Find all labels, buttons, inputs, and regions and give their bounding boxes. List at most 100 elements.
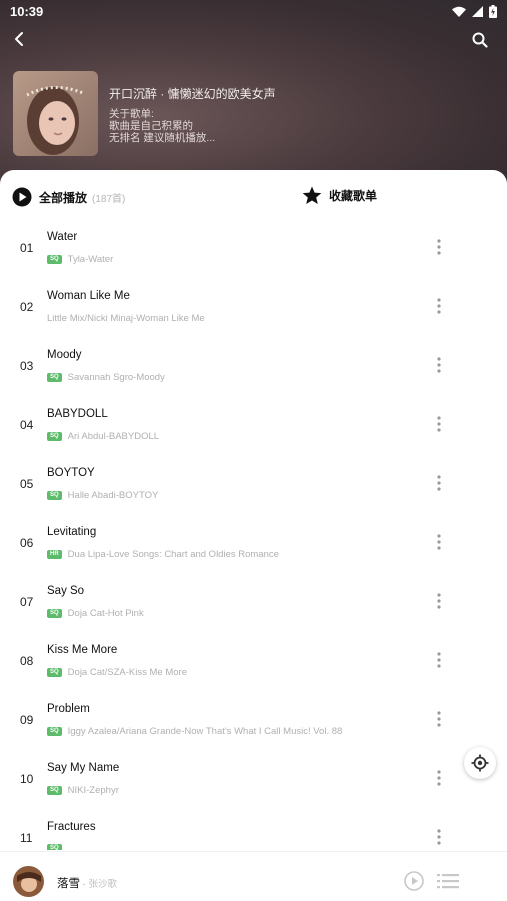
more-vertical-icon xyxy=(437,416,441,432)
more-button[interactable] xyxy=(432,650,446,670)
song-row[interactable]: 04 BABYDOLL SQ Ari Abdul-BABYDOLL xyxy=(0,395,507,454)
more-vertical-icon xyxy=(437,298,441,314)
song-list-panel: 全部播放 (187首) 收藏歌单 01 Water SQ Tyla-Water … xyxy=(0,170,507,901)
song-title: Kiss Me More xyxy=(47,644,118,656)
playlist-header: 10:39 开口沉醉 · 慵懒迷幻的欧美女声 关于歌单: 歌曲是自己积累的 无排… xyxy=(0,0,507,195)
song-title: Woman Like Me xyxy=(47,290,130,302)
battery-icon xyxy=(489,4,497,18)
song-subtitle: SQ Doja Cat/SZA-Kiss Me More xyxy=(47,667,187,678)
song-number: 10 xyxy=(20,772,34,786)
song-number: 08 xyxy=(20,654,34,668)
quality-badge: SQ xyxy=(47,786,62,795)
song-number: 06 xyxy=(20,536,34,550)
more-button[interactable] xyxy=(432,237,446,257)
more-vertical-icon xyxy=(437,829,441,845)
play-circle-icon xyxy=(12,187,32,207)
more-button[interactable] xyxy=(432,827,446,847)
song-number: 05 xyxy=(20,477,34,491)
more-vertical-icon xyxy=(437,652,441,668)
song-number: 03 xyxy=(20,359,34,373)
favorite-label: 收藏歌单 xyxy=(329,189,378,203)
more-vertical-icon xyxy=(437,534,441,550)
song-subtitle: HR Dua Lipa-Love Songs: Chart and Oldies… xyxy=(47,549,279,560)
song-row[interactable]: 03 Moody SQ Savannah Sgro-Moody xyxy=(0,336,507,395)
more-vertical-icon xyxy=(437,357,441,373)
song-row[interactable]: 05 BOYTOY SQ Halle Abadi-BOYTOY xyxy=(0,454,507,513)
search-button[interactable] xyxy=(469,29,491,51)
song-row[interactable]: 09 Problem SQ Iggy Azalea/Ariana Grande-… xyxy=(0,690,507,749)
song-artist: Halle Abadi-BOYTOY xyxy=(67,490,159,501)
quality-badge: SQ xyxy=(47,727,62,736)
play-all-button[interactable]: 全部播放 (187首) xyxy=(12,187,125,207)
status-time: 10:39 xyxy=(10,3,44,19)
more-button[interactable] xyxy=(432,296,446,316)
song-row[interactable]: 08 Kiss Me More SQ Doja Cat/SZA-Kiss Me … xyxy=(0,631,507,690)
song-number: 11 xyxy=(20,831,33,845)
playlist-desc-line1: 歌曲是自己积累的 xyxy=(109,120,193,132)
player-play-button[interactable] xyxy=(404,871,424,891)
song-count: (187首) xyxy=(92,193,126,205)
more-vertical-icon xyxy=(437,239,441,255)
song-subtitle: Little Mix/Nicki Minaj-Woman Like Me xyxy=(47,313,205,324)
song-title: Moody xyxy=(47,349,82,361)
song-subtitle: SQ Ari Abdul-BABYDOLL xyxy=(47,431,159,442)
locate-icon xyxy=(471,754,489,772)
cover-image xyxy=(13,71,98,156)
playlist-desc-label: 关于歌单: xyxy=(109,108,154,120)
song-artist: Savannah Sgro-Moody xyxy=(67,372,165,383)
song-artist: Iggy Azalea/Ariana Grande-Now That's Wha… xyxy=(67,726,343,737)
playlist-description[interactable]: 关于歌单: 歌曲是自己积累的 无排名 建议随机播放... xyxy=(109,108,215,144)
player-playlist-button[interactable] xyxy=(437,872,459,890)
playlist-desc-line2: 无排名 建议随机播放... xyxy=(109,132,216,144)
song-artist: Tyla-Water xyxy=(67,254,114,265)
favorite-playlist-button[interactable]: 收藏歌单 xyxy=(302,186,377,205)
more-button[interactable] xyxy=(432,532,446,552)
status-icons xyxy=(452,4,497,18)
song-title: BABYDOLL xyxy=(47,408,108,420)
song-title: BOYTOY xyxy=(47,467,95,479)
song-row[interactable]: 11 Fractures SQ xyxy=(0,808,507,850)
mini-player[interactable]: 落雪 - 张沙歌 xyxy=(0,851,507,901)
song-row[interactable]: 10 Say My Name SQ NIKI-Zephyr xyxy=(0,749,507,808)
quality-badge: SQ xyxy=(47,255,62,264)
locate-current-button[interactable] xyxy=(464,747,496,779)
song-number: 02 xyxy=(20,300,34,314)
quality-badge: SQ xyxy=(47,373,62,382)
song-subtitle: SQ Doja Cat-Hot Pink xyxy=(47,608,144,619)
song-subtitle: SQ Savannah Sgro-Moody xyxy=(47,372,165,383)
song-artist: NIKI-Zephyr xyxy=(67,785,119,796)
play-icon xyxy=(404,871,424,891)
more-button[interactable] xyxy=(432,473,446,493)
song-title: Water xyxy=(47,231,78,243)
quality-badge: SQ xyxy=(47,491,62,500)
more-vertical-icon xyxy=(437,770,441,786)
song-row[interactable]: 02 Woman Like Me Little Mix/Nicki Minaj-… xyxy=(0,277,507,336)
now-playing-artist: 张沙歌 xyxy=(88,879,117,890)
back-button[interactable] xyxy=(8,28,30,50)
more-vertical-icon xyxy=(437,593,441,609)
playlist-cover[interactable] xyxy=(13,71,98,156)
more-vertical-icon xyxy=(437,475,441,491)
more-button[interactable] xyxy=(432,768,446,788)
quality-badge: SQ xyxy=(47,609,62,618)
more-button[interactable] xyxy=(432,591,446,611)
song-subtitle: SQ Tyla-Water xyxy=(47,254,113,265)
song-subtitle: SQ NIKI-Zephyr xyxy=(47,785,119,796)
quality-badge: SQ xyxy=(47,668,62,677)
song-row[interactable]: 01 Water SQ Tyla-Water xyxy=(0,218,507,277)
now-playing-cover[interactable] xyxy=(13,866,44,897)
song-number: 09 xyxy=(20,713,34,727)
song-artist: Doja Cat-Hot Pink xyxy=(67,608,144,619)
song-artist: Ari Abdul-BABYDOLL xyxy=(67,431,160,442)
song-number: 04 xyxy=(20,418,34,432)
more-button[interactable] xyxy=(432,355,446,375)
more-button[interactable] xyxy=(432,709,446,729)
action-bar: 全部播放 (187首) 收藏歌单 xyxy=(0,184,507,210)
song-row[interactable]: 06 Levitating HR Dua Lipa-Love Songs: Ch… xyxy=(0,513,507,572)
play-all-label: 全部播放 xyxy=(39,190,88,205)
quality-badge: SQ xyxy=(47,432,62,441)
song-row[interactable]: 07 Say So SQ Doja Cat-Hot Pink xyxy=(0,572,507,631)
more-button[interactable] xyxy=(432,414,446,434)
song-title: Problem xyxy=(47,703,90,715)
song-artist: Doja Cat/SZA-Kiss Me More xyxy=(67,667,187,678)
